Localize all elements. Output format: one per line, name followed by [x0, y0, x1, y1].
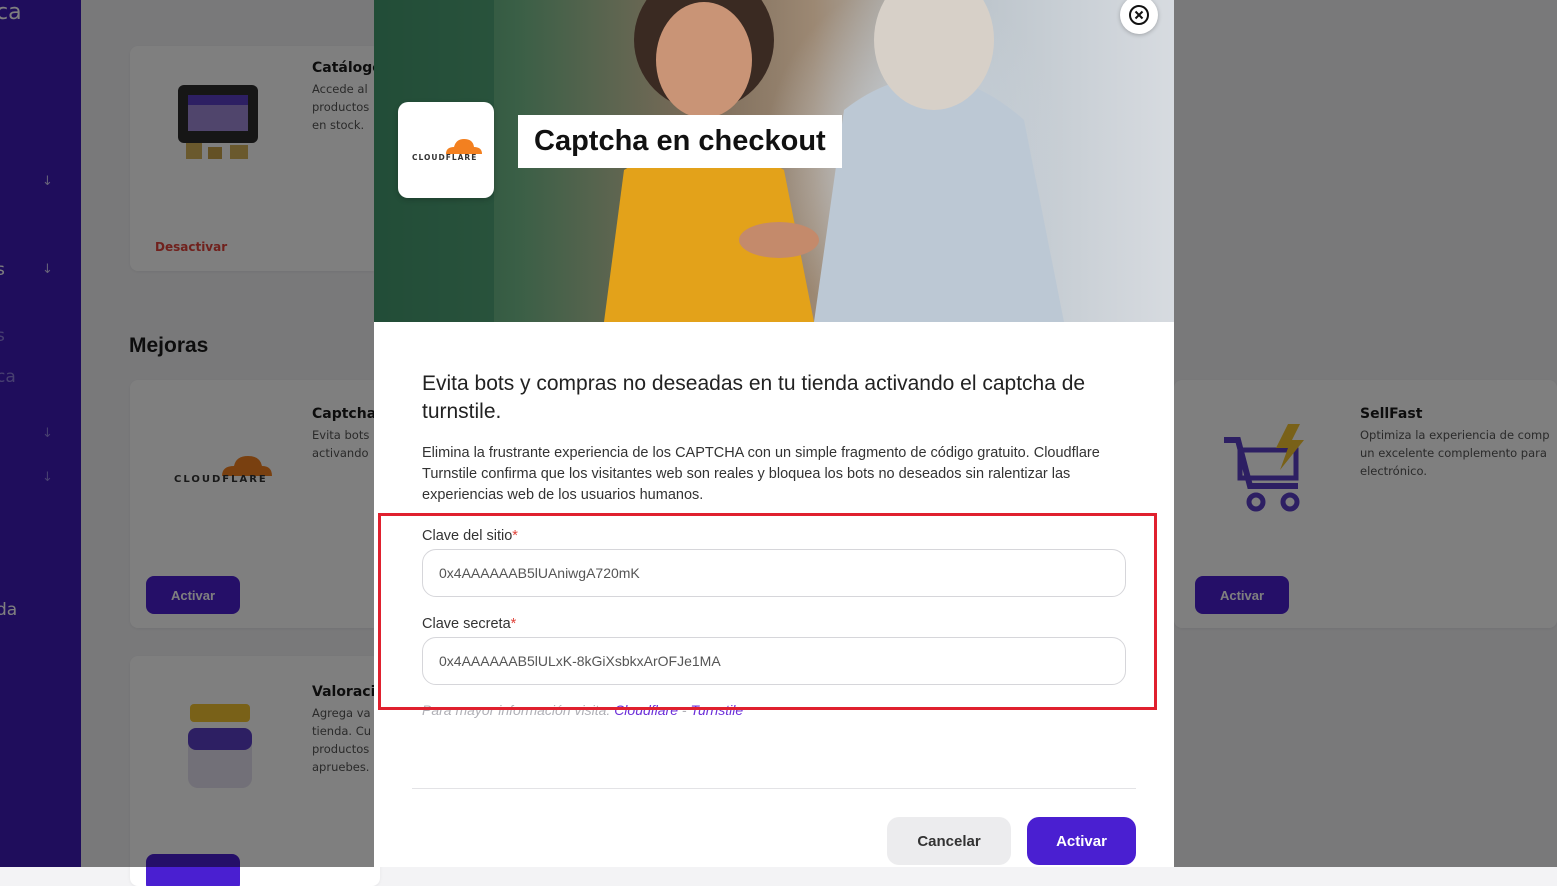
modal-heading: Evita bots y compras no deseadas en tu t…: [422, 372, 1086, 423]
site-key-label: Clave del sitio*: [422, 528, 518, 544]
site-key-input[interactable]: [422, 549, 1126, 597]
required-marker: *: [512, 528, 518, 544]
cloudflare-link[interactable]: Cloudflare: [614, 702, 678, 718]
required-marker: *: [510, 616, 517, 632]
modal-description: Elimina la frustrante experiencia de los…: [422, 445, 1100, 503]
close-icon: [1129, 5, 1149, 25]
activate-button[interactable]: Activar: [1027, 817, 1136, 865]
modal-title: Captcha en checkout: [518, 115, 842, 168]
turnstile-link[interactable]: Turnstile: [690, 702, 743, 718]
info-text: Para mayor información visita: Cloudflar…: [422, 702, 744, 718]
cloudflare-wordmark: CLOUDFLARE: [412, 153, 478, 162]
secret-key-input[interactable]: [422, 637, 1126, 685]
cancel-button[interactable]: Cancelar: [887, 817, 1011, 865]
divider: [412, 788, 1136, 789]
hero-image: CLOUDFLARE Captcha en checkout: [374, 0, 1174, 322]
secret-key-label: Clave secreta*: [422, 616, 517, 632]
captcha-modal: CLOUDFLARE Captcha en checkout Evita bot…: [374, 0, 1174, 867]
cloudflare-logo-tile: CLOUDFLARE: [398, 102, 494, 198]
